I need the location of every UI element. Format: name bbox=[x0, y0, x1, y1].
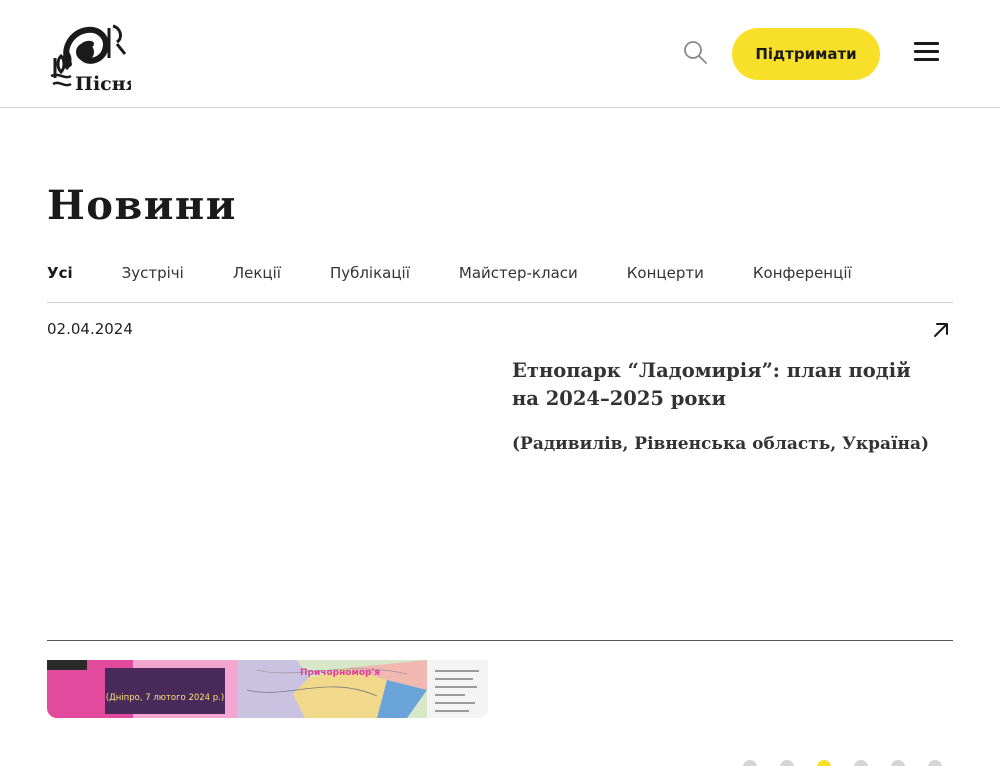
filter-lectures[interactable]: Лекції bbox=[233, 264, 281, 286]
news-divider bbox=[47, 640, 953, 641]
site-header: Пісня Підтримати bbox=[0, 0, 1000, 108]
carousel-pagination bbox=[743, 760, 965, 766]
filter-publications[interactable]: Публікації bbox=[330, 264, 410, 286]
preview-caption: (Дніпро, 7 лютого 2024 р.) bbox=[106, 693, 224, 703]
news-preview-image[interactable]: (Дніпро, 7 лютого 2024 р.) Причорномор'я bbox=[47, 660, 488, 718]
filter-workshops[interactable]: Майстер-класи bbox=[459, 264, 578, 286]
pagination-dot[interactable] bbox=[854, 760, 868, 766]
filter-all[interactable]: Усі bbox=[47, 264, 73, 286]
support-button[interactable]: Підтримати bbox=[732, 28, 880, 80]
pagination-dot-active[interactable] bbox=[817, 760, 831, 766]
logo-emblem: Пісня bbox=[50, 24, 140, 95]
hamburger-menu-icon[interactable] bbox=[913, 40, 941, 62]
pagination-dot[interactable] bbox=[928, 760, 942, 766]
preview-map-label: Причорномор'я bbox=[300, 668, 380, 678]
site-logo[interactable]: Пісня bbox=[47, 14, 140, 95]
news-title[interactable]: Етнопарк “Ладомирія”: план подій на 2024… bbox=[512, 357, 932, 413]
arrow-up-right-icon[interactable] bbox=[930, 319, 952, 341]
filter-conferences[interactable]: Конференції bbox=[753, 264, 852, 286]
pagination-dot[interactable] bbox=[891, 760, 905, 766]
search-icon[interactable] bbox=[682, 39, 708, 65]
news-date: 02.04.2024 bbox=[47, 320, 133, 338]
category-filters: Усі Зустрічі Лекції Публікації Майстер-к… bbox=[47, 264, 901, 286]
filter-meetings[interactable]: Зустрічі bbox=[122, 264, 184, 286]
pagination-dot[interactable] bbox=[743, 760, 757, 766]
filter-concerts[interactable]: Концерти bbox=[627, 264, 704, 286]
filters-divider bbox=[47, 302, 953, 303]
logo-text: Пісня bbox=[75, 73, 131, 94]
page-title: Новини bbox=[47, 182, 237, 229]
news-subtitle: (Радивилів, Рівненська область, Україна) bbox=[512, 434, 930, 454]
pagination-dot[interactable] bbox=[780, 760, 794, 766]
